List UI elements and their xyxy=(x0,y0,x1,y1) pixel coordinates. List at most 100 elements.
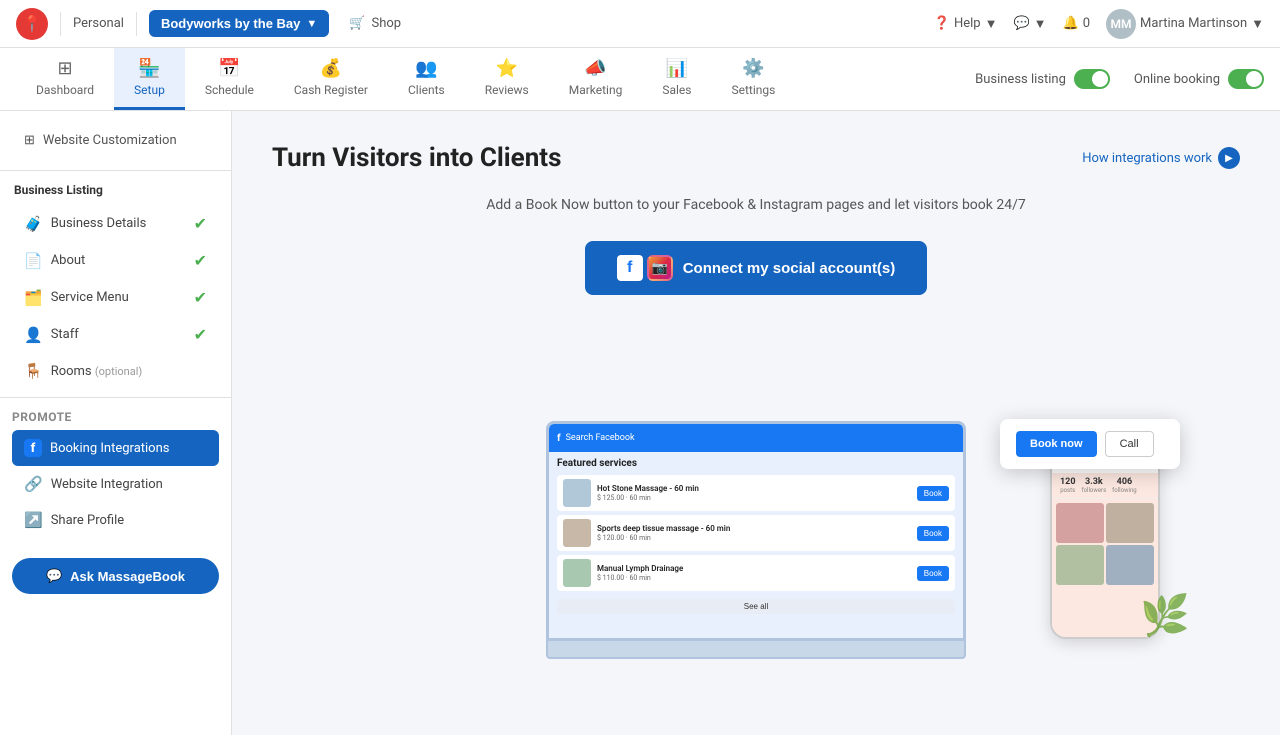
sidebar-item-booking-integrations[interactable]: f Booking Integrations xyxy=(12,430,219,466)
sidebar-item-business-details[interactable]: 🧳 Business Details ✔ xyxy=(12,205,219,242)
sidebar-item-label: Service Menu xyxy=(51,290,129,305)
shop-link[interactable]: 🛒 Shop xyxy=(349,16,401,31)
tab-sales[interactable]: 📊 Sales xyxy=(642,48,711,110)
facebook-preview: f Search Facebook Featured services Hot … xyxy=(549,424,963,638)
tab-settings-label: Settings xyxy=(731,83,775,97)
phone-stat-followers: 3.3k followers xyxy=(1082,477,1107,494)
tab-reviews-label: Reviews xyxy=(485,83,529,97)
tab-marketing[interactable]: 📣 Marketing xyxy=(549,48,643,110)
service-thumbnail xyxy=(563,519,591,547)
phone-grid-item xyxy=(1056,545,1104,585)
tab-setup[interactable]: 🏪 Setup xyxy=(114,48,185,110)
book-button[interactable]: Book xyxy=(917,486,949,501)
book-button[interactable]: Book xyxy=(917,526,949,541)
chevron-down-icon: ▼ xyxy=(985,16,998,32)
service-price: $ 120.00 · 60 min xyxy=(597,534,911,542)
message-icon: 💬 xyxy=(1013,16,1029,31)
ask-button-label: Ask MassageBook xyxy=(70,569,185,584)
content-subtitle: Add a Book Now button to your Facebook &… xyxy=(272,197,1240,213)
chevron-down-icon: ▼ xyxy=(1034,16,1047,32)
business-listing-toggle-group: Business listing xyxy=(975,69,1110,89)
check-icon: ✔ xyxy=(194,214,207,233)
sidebar-item-service-menu[interactable]: 🗂️ Service Menu ✔ xyxy=(12,279,219,316)
app-logo[interactable]: 📍 xyxy=(16,8,48,40)
user-menu[interactable]: MM Martina Martinson ▼ xyxy=(1106,9,1264,39)
sidebar-item-label: Share Profile xyxy=(51,513,125,528)
book-now-popup: Book now Call xyxy=(1000,419,1180,469)
phone-grid xyxy=(1052,499,1158,589)
tab-dashboard-label: Dashboard xyxy=(36,83,94,97)
play-icon: ▶ xyxy=(1218,147,1240,169)
tab-clients[interactable]: 👥 Clients xyxy=(388,48,465,110)
check-icon: ✔ xyxy=(194,325,207,344)
sidebar-item-website-integration[interactable]: 🔗 Website Integration xyxy=(12,466,219,502)
notifications-count: 0 xyxy=(1083,16,1090,31)
social-icons: f 📷 xyxy=(617,255,673,281)
clients-icon: 👥 xyxy=(415,58,437,79)
tab-cash-register[interactable]: 💰 Cash Register xyxy=(274,48,388,110)
messages-button[interactable]: 💬 ▼ xyxy=(1013,16,1046,32)
tab-nav: ⊞ Dashboard 🏪 Setup 📅 Schedule 💰 Cash Re… xyxy=(0,48,1280,111)
nav-right: ❓ Help ▼ 💬 ▼ 🔔 0 MM Martina Martinson ▼ xyxy=(934,9,1264,39)
service-info: Manual Lymph Drainage $ 110.00 · 60 min xyxy=(597,564,911,582)
person-icon: 👤 xyxy=(24,326,43,344)
nav-divider xyxy=(60,12,61,36)
following-label: following xyxy=(1112,487,1137,494)
sidebar-item-rooms[interactable]: 🪑 Rooms (optional) xyxy=(12,353,219,389)
sidebar-top: ⊞ Website Customization xyxy=(0,111,231,171)
tab-sales-label: Sales xyxy=(662,83,691,97)
cart-icon: 🛒 xyxy=(349,16,365,31)
tab-clients-label: Clients xyxy=(408,83,445,97)
online-booking-label: Online booking xyxy=(1134,72,1220,87)
schedule-icon: 📅 xyxy=(218,58,240,79)
plant-decoration: 🌿 xyxy=(1140,592,1190,639)
business-listing-label: Business listing xyxy=(975,72,1066,87)
featured-services-label: Featured services xyxy=(557,458,955,469)
phone-grid-item xyxy=(1106,503,1154,543)
tab-dashboard[interactable]: ⊞ Dashboard xyxy=(16,48,114,110)
sidebar-item-label: Business Details xyxy=(51,216,147,231)
phone-stats: 120 posts 3.3k followers 406 following xyxy=(1052,473,1158,499)
ask-massagebook-button[interactable]: 💬 Ask MassageBook xyxy=(12,558,219,594)
sidebar-item-label: Website Integration xyxy=(51,477,163,492)
business-listing-toggle[interactable] xyxy=(1074,69,1110,89)
check-icon: ✔ xyxy=(194,251,207,270)
help-menu[interactable]: ❓ Help ▼ xyxy=(934,16,998,32)
sidebar-item-label: About xyxy=(51,253,86,268)
tab-schedule[interactable]: 📅 Schedule xyxy=(185,48,274,110)
help-label: Help xyxy=(954,16,981,31)
service-price: $ 110.00 · 60 min xyxy=(597,574,911,582)
integration-link[interactable]: How integrations work ▶ xyxy=(1082,147,1240,169)
shop-label: Shop xyxy=(371,16,401,31)
service-thumbnail xyxy=(563,479,591,507)
connect-social-button[interactable]: f 📷 Connect my social account(s) xyxy=(585,241,928,295)
posts-count: 120 xyxy=(1060,477,1076,487)
business-selector[interactable]: Bodyworks by the Bay ▼ xyxy=(149,10,329,37)
service-info: Hot Stone Massage - 60 min $ 125.00 · 60… xyxy=(597,484,911,502)
screenshots-mockup: f Search Facebook Featured services Hot … xyxy=(272,359,1240,659)
dashboard-icon: ⊞ xyxy=(57,58,72,79)
website-customization-link[interactable]: ⊞ Website Customization xyxy=(12,123,219,158)
sidebar-item-share-profile[interactable]: ↗️ Share Profile xyxy=(12,502,219,538)
tab-marketing-label: Marketing xyxy=(569,83,623,97)
popup-book-now-button[interactable]: Book now xyxy=(1016,431,1097,457)
tab-settings[interactable]: ⚙️ Settings xyxy=(711,48,795,110)
followers-label: followers xyxy=(1082,487,1107,494)
sidebar-item-about[interactable]: 📄 About ✔ xyxy=(12,242,219,279)
integration-link-label: How integrations work xyxy=(1082,151,1212,166)
sidebar-item-staff[interactable]: 👤 Staff ✔ xyxy=(12,316,219,353)
chevron-down-icon: ▼ xyxy=(306,18,317,30)
online-booking-toggle[interactable] xyxy=(1228,69,1264,89)
main-layout: ⊞ Website Customization Business Listing… xyxy=(0,111,1280,735)
book-button[interactable]: Book xyxy=(917,566,949,581)
tab-setup-label: Setup xyxy=(134,83,165,97)
avatar: MM xyxy=(1106,9,1136,39)
tab-reviews[interactable]: ⭐ Reviews xyxy=(465,48,549,110)
nav-divider-2 xyxy=(136,12,137,36)
chevron-down-icon: ▼ xyxy=(1251,16,1264,32)
grid-icon: ⊞ xyxy=(24,133,35,148)
notifications-button[interactable]: 🔔 0 xyxy=(1063,16,1091,31)
see-all-button[interactable]: See all xyxy=(557,599,955,614)
service-name: Sports deep tissue massage - 60 min xyxy=(597,524,911,534)
popup-call-button[interactable]: Call xyxy=(1105,431,1154,457)
